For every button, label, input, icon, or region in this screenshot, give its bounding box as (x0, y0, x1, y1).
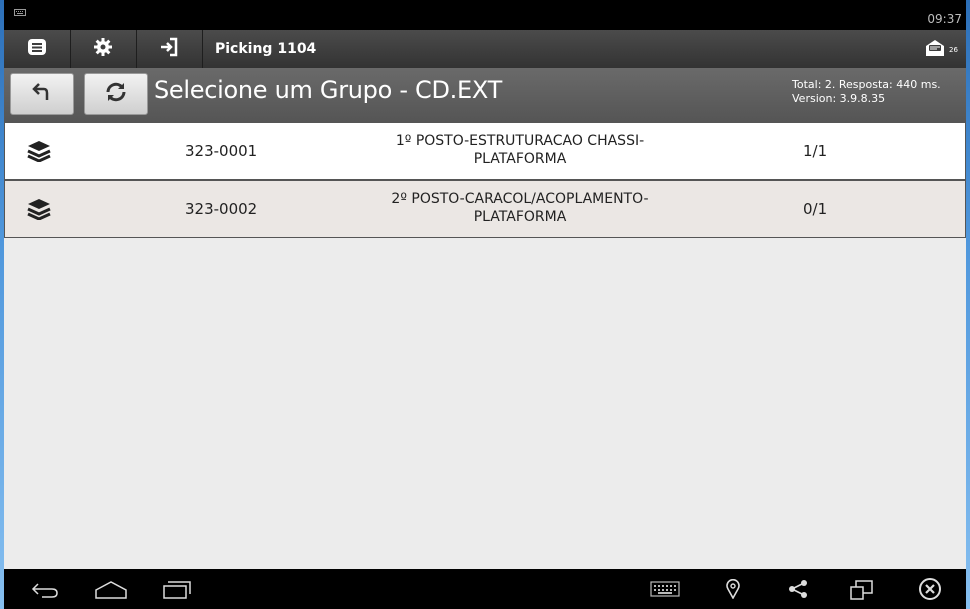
group-code: 323-0001 (185, 142, 258, 160)
toolbar-title: Picking 1104 (202, 30, 835, 68)
back-icon (31, 81, 53, 107)
layers-icon (27, 140, 51, 166)
login-button[interactable] (136, 30, 203, 68)
group-quantity: 0/1 (803, 200, 828, 218)
refresh-icon (104, 81, 128, 107)
keyboard-icon[interactable] (650, 581, 680, 601)
group-description-line2: PLATAFORMA (473, 151, 567, 167)
response-info: Total: 2. Resposta: 440 ms. Version: 3.9… (792, 78, 941, 106)
status-bar: 09:37 (4, 0, 966, 30)
page-header: Selecione um Grupo - CD.EXT Total: 2. Re… (4, 68, 966, 122)
group-quantity: 1/1 (803, 142, 828, 160)
page-title: Selecione um Grupo - CD.EXT (154, 76, 502, 104)
status-clock: 09:37 (927, 12, 962, 26)
group-code: 323-0002 (185, 200, 258, 218)
layers-icon (27, 198, 51, 224)
menu-icon (27, 38, 47, 60)
app-toolbar: Picking 1104 26 (4, 30, 966, 69)
location-icon[interactable] (726, 578, 740, 603)
settings-button[interactable] (70, 30, 137, 68)
group-description: 2º POSTO-CARACOL/ACOPLAMENTO- PLATAFORMA (345, 190, 695, 226)
home-nav-icon[interactable] (94, 580, 128, 604)
share-icon[interactable] (788, 580, 808, 602)
back-button[interactable] (10, 73, 74, 115)
system-nav-bar (4, 569, 966, 609)
group-list: 323-0001 1º POSTO-ESTRUTURACAO CHASSI- P… (4, 122, 966, 569)
group-description-line1: 1º POSTO-ESTRUTURACAO CHASSI- (395, 133, 645, 149)
keyboard-status-icon (14, 6, 26, 19)
back-nav-icon[interactable] (30, 580, 60, 604)
group-row[interactable]: 323-0002 2º POSTO-CARACOL/ACOPLAMENTO- P… (4, 180, 966, 238)
menu-button[interactable] (4, 30, 71, 68)
close-icon[interactable] (918, 577, 942, 605)
refresh-button[interactable] (84, 73, 148, 115)
message-count-badge: 26 (949, 46, 958, 54)
group-description: 1º POSTO-ESTRUTURACAO CHASSI- PLATAFORMA (345, 132, 695, 168)
device-screen: 09:37 Picking 1104 26 Selecione um Grupo… (4, 0, 966, 609)
message-icon (924, 37, 946, 63)
recents-nav-icon[interactable] (162, 580, 192, 604)
response-total: Total: 2. Resposta: 440 ms. (792, 78, 941, 91)
app-version: Version: 3.9.8.35 (792, 92, 886, 105)
messages-button[interactable]: 26 (924, 37, 960, 63)
group-description-line1: 2º POSTO-CARACOL/ACOPLAMENTO- (391, 191, 649, 207)
screen-icon[interactable] (850, 580, 874, 604)
login-icon (159, 37, 179, 61)
group-description-line2: PLATAFORMA (473, 209, 567, 225)
gear-icon (93, 37, 113, 61)
group-row[interactable]: 323-0001 1º POSTO-ESTRUTURACAO CHASSI- P… (4, 122, 966, 180)
